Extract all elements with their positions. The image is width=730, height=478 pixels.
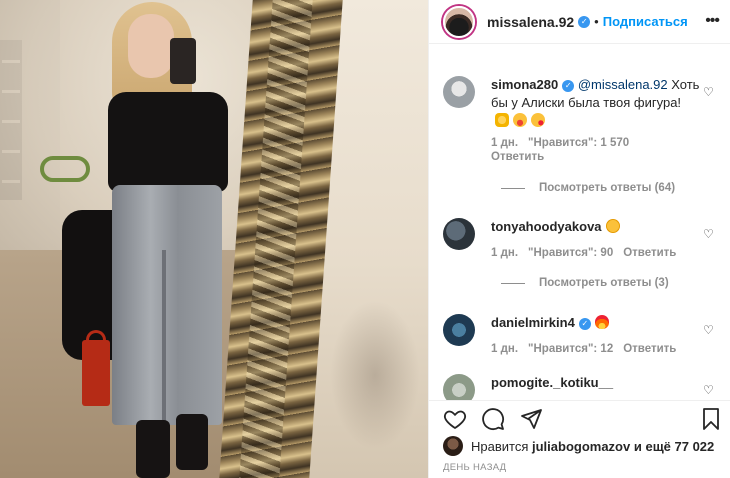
photo-jeans (112, 185, 222, 425)
author-avatar[interactable] (443, 5, 475, 38)
likes-summary[interactable]: Нравится juliabogomazov и ещё 77 022 (443, 436, 723, 456)
commenter-username[interactable]: danielmirkin4 (491, 315, 575, 330)
share-icon[interactable] (519, 407, 543, 431)
commenter-avatar[interactable] (443, 374, 475, 400)
photo-bicycle (40, 156, 90, 182)
winking-tongue-emoji-icon (513, 113, 527, 127)
comment-mention[interactable]: @missalena.92 (578, 77, 668, 92)
raising-hands-emoji-icon (495, 113, 509, 127)
verified-icon: ✓ (562, 79, 575, 92)
comment-meta: 1 дн. "Нравится": 12 Ответить (491, 342, 711, 356)
post-header: missalena.92 ✓ • Подписаться ••• (429, 0, 730, 44)
commenter-username[interactable]: pomogite._kotiku__ (491, 375, 613, 390)
photo-face (128, 14, 174, 78)
photo-phone (170, 38, 196, 84)
comment-meta: 1 дн. "Нравится": 90 Ответить (491, 246, 711, 260)
liker-username[interactable]: juliabogomazov (532, 439, 630, 454)
comment-body: danielmirkin4 ✓ 1 дн. "Нравится": 12 Ответи… (491, 314, 711, 356)
comment-likes[interactable]: "Нравится": 1 570 (528, 137, 629, 149)
comment-body: tonyahoodyakova 1 дн. "Нравится": 90 Ответ… (491, 218, 711, 260)
separator-dot: • (594, 14, 599, 29)
post-timestamp[interactable]: ДЕНЬ НАЗАД (443, 462, 506, 473)
heart-eyes-emoji-icon (605, 219, 620, 233)
commenter-avatar[interactable] (443, 218, 475, 250)
photo-red-bag (82, 340, 110, 406)
view-replies-label: Посмотреть ответы (64) (539, 182, 676, 194)
reply-button[interactable]: Ответить (623, 247, 676, 259)
comment-body: simona280 ✓ @missalena.92 Хоть бы у Алиск… (491, 76, 711, 164)
more-options-icon[interactable]: ••• (705, 12, 720, 30)
comment-heart-icon[interactable]: ♡ (703, 384, 715, 396)
comment-heart-icon[interactable]: ♡ (703, 86, 715, 98)
comment-body: pomogite._kotiku__ (491, 374, 711, 392)
comment-heart-icon[interactable]: ♡ (703, 228, 715, 240)
instagram-post-view: missalena.92 ✓ • Подписаться ••• simona2… (0, 0, 730, 478)
follow-button[interactable]: Подписаться (603, 14, 688, 29)
comment-icon[interactable] (481, 407, 505, 431)
likes-prefix: Нравится (471, 438, 529, 454)
reply-button[interactable]: Ответить (623, 343, 676, 355)
fire-emoji-icon (594, 315, 609, 329)
photo-arm (200, 96, 222, 186)
liker-avatar[interactable] (443, 436, 463, 456)
comment-time[interactable]: 1 дн. (491, 247, 518, 259)
view-replies-label: Посмотреть ответы (3) (539, 277, 669, 289)
replies-line-divider (501, 187, 525, 189)
face-blowing-kiss-emoji-icon (531, 113, 545, 127)
comment-likes[interactable]: "Нравится": 12 (528, 343, 613, 355)
comments-list[interactable]: simona280 ✓ @missalena.92 Хоть бы у Алиск… (429, 44, 730, 400)
author-username[interactable]: missalena.92 (487, 14, 574, 30)
view-replies-button[interactable]: Посмотреть ответы (3) (501, 277, 669, 289)
comment-time[interactable]: 1 дн. (491, 343, 518, 355)
commenter-username[interactable]: simona280 (491, 77, 558, 92)
comment-time[interactable]: 1 дн. (491, 137, 518, 149)
heart-icon[interactable] (443, 407, 467, 431)
replies-line-divider (501, 282, 525, 284)
likes-count[interactable]: и ещё 77 022 (634, 439, 714, 454)
commenter-avatar[interactable] (443, 314, 475, 346)
photo-jeans-seam (162, 250, 166, 425)
commenter-avatar[interactable] (443, 76, 475, 108)
reply-button[interactable]: Ответить (491, 151, 544, 163)
photo-boot-left (136, 420, 170, 478)
post-photo[interactable] (0, 0, 428, 478)
commenter-username[interactable]: tonyahoodyakova (491, 219, 602, 234)
post-sidebar: missalena.92 ✓ • Подписаться ••• simona2… (428, 0, 730, 478)
verified-icon: ✓ (578, 15, 591, 28)
photo-boot-right (176, 414, 208, 470)
post-actions-bar (429, 400, 730, 436)
photo-plant-shadow (330, 300, 420, 450)
comment-likes[interactable]: "Нравится": 90 (528, 247, 613, 259)
view-replies-button[interactable]: Посмотреть ответы (64) (501, 182, 675, 194)
bookmark-icon[interactable] (699, 407, 723, 431)
comment-heart-icon[interactable]: ♡ (703, 324, 715, 336)
comment-meta: 1 дн. "Нравится": 1 570 Ответить (491, 136, 711, 164)
verified-icon: ✓ (578, 317, 591, 330)
